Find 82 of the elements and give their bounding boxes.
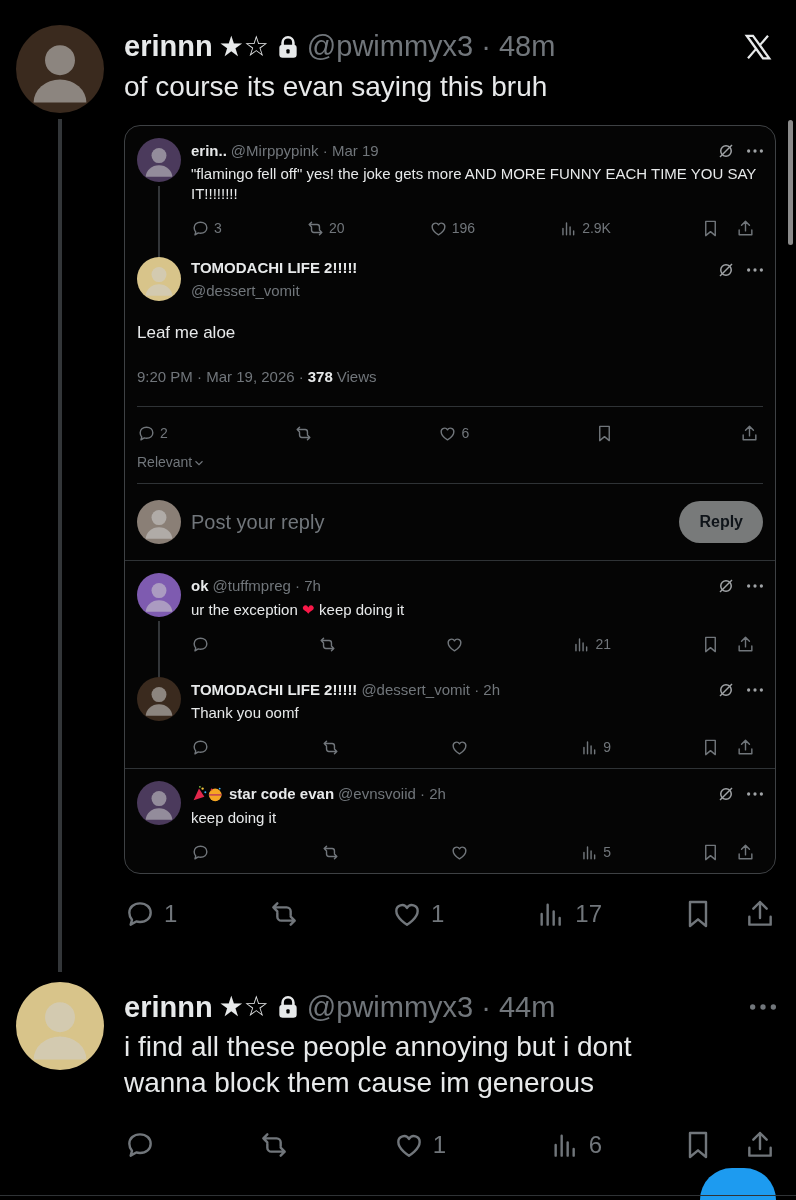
- reply-icon: [191, 738, 210, 757]
- slashed-circle-icon: [717, 261, 735, 279]
- repost-icon: [305, 219, 325, 238]
- share-icon: [736, 219, 755, 238]
- reply-button[interactable]: 2: [137, 423, 168, 444]
- views-button[interactable]: 17: [535, 895, 602, 932]
- post-text: of course its evan saying this bruh: [124, 69, 549, 104]
- avatar: [137, 676, 181, 721]
- reply-icon: [191, 634, 210, 654]
- views-button[interactable]: 5: [580, 841, 611, 863]
- user-badges: ★☆: [218, 25, 269, 68]
- reply-button[interactable]: 1: [124, 895, 178, 932]
- scrollbar-thumb[interactable]: [788, 120, 793, 245]
- handle-and-time: @Mirppypink · Mar 19: [230, 140, 379, 161]
- display-name: ok: [191, 576, 209, 596]
- avatar: [137, 257, 181, 301]
- handle-and-time: @evnsvoiid · 2h: [338, 784, 446, 804]
- handle-and-time: @pwimmyx3 · 44m: [306, 989, 556, 1025]
- reply-button[interactable]: 3: [191, 218, 222, 239]
- sort-dropdown[interactable]: Relevant: [137, 452, 207, 473]
- reply-icon: [137, 424, 156, 443]
- share-icon: [736, 634, 755, 654]
- handle-and-time: @tuffmpreg · 7h: [212, 576, 321, 596]
- slashed-circle-icon: [717, 141, 735, 160]
- reply-input-field[interactable]: Post your reply: [191, 507, 670, 537]
- more-icon: [747, 584, 763, 589]
- share-button[interactable]: [736, 218, 755, 239]
- avatar: [137, 137, 181, 182]
- display-name: star code evan: [229, 784, 335, 804]
- post-text: keep doing it: [191, 807, 278, 828]
- display-name: erin..: [191, 140, 227, 161]
- post-text: i find all these people annoying but i dont wanna block them cause im generous: [124, 1030, 633, 1100]
- user-badges: ★☆: [218, 986, 269, 1029]
- share-button[interactable]: [739, 423, 759, 444]
- handle-and-time: @dessert_vomit · 2h: [361, 679, 500, 700]
- repost-button[interactable]: [320, 737, 340, 758]
- more-icon: [747, 687, 763, 692]
- user-handle: @dessert_vomit: [191, 280, 301, 301]
- share-icon: [736, 842, 755, 862]
- repost-button[interactable]: 20: [305, 218, 345, 239]
- like-button[interactable]: 1: [392, 1127, 447, 1163]
- more-icon: [747, 268, 763, 272]
- repost-button[interactable]: [293, 423, 313, 444]
- reply-button[interactable]: Reply: [679, 501, 763, 543]
- repost-icon: [320, 738, 340, 757]
- display-name: TOMODACHI LIFE 2!!!!!: [191, 679, 358, 700]
- share-button[interactable]: [736, 737, 755, 758]
- more-icon: [750, 1004, 776, 1011]
- like-icon: [428, 219, 448, 238]
- display-name: erinnn: [124, 989, 213, 1025]
- views-button[interactable]: 21: [572, 633, 611, 655]
- reply-icon: [191, 219, 210, 238]
- more-icon: [747, 148, 763, 153]
- reply-icon: [191, 842, 210, 862]
- post-timestamp: 9:20 PM · Mar 19, 2026 ·: [137, 366, 304, 387]
- avatar: [137, 573, 181, 617]
- post-text: ur the exception ❤ keep doing it: [191, 599, 406, 620]
- views-button[interactable]: 6: [548, 1127, 602, 1163]
- like-icon: [438, 424, 458, 443]
- views-label: Views: [336, 366, 377, 387]
- avatar: [137, 781, 181, 825]
- avatar: [137, 500, 181, 544]
- like-button[interactable]: 6: [438, 423, 470, 444]
- repost-icon: [293, 424, 313, 443]
- views-button[interactable]: 2.9K: [559, 218, 611, 239]
- like-icon: [450, 738, 470, 757]
- more-icon: [747, 792, 763, 797]
- view-count: 378: [307, 366, 333, 387]
- display-name: TOMODACHI LIFE 2!!!!!: [191, 258, 359, 278]
- post-text: "flamingo fell off" yes! the joke gets more AND MORE FUNNY EACH TIME YOU SAY IT!!!!!!!!: [191, 164, 757, 204]
- display-name: erinnn: [124, 29, 213, 64]
- post-text: Thank you oomf: [191, 703, 300, 723]
- repost-icon: [320, 842, 340, 862]
- repost-icon: [318, 634, 338, 654]
- share-icon: [736, 738, 755, 757]
- views-button[interactable]: 9: [580, 737, 611, 758]
- slashed-circle-icon: [717, 680, 735, 699]
- like-button[interactable]: 1: [391, 895, 445, 932]
- post-text: Leaf me aloe: [137, 322, 237, 344]
- like-button[interactable]: 196: [428, 218, 475, 239]
- share-icon: [739, 424, 759, 443]
- handle-and-time: @pwimmyx3 · 48m: [306, 29, 556, 64]
